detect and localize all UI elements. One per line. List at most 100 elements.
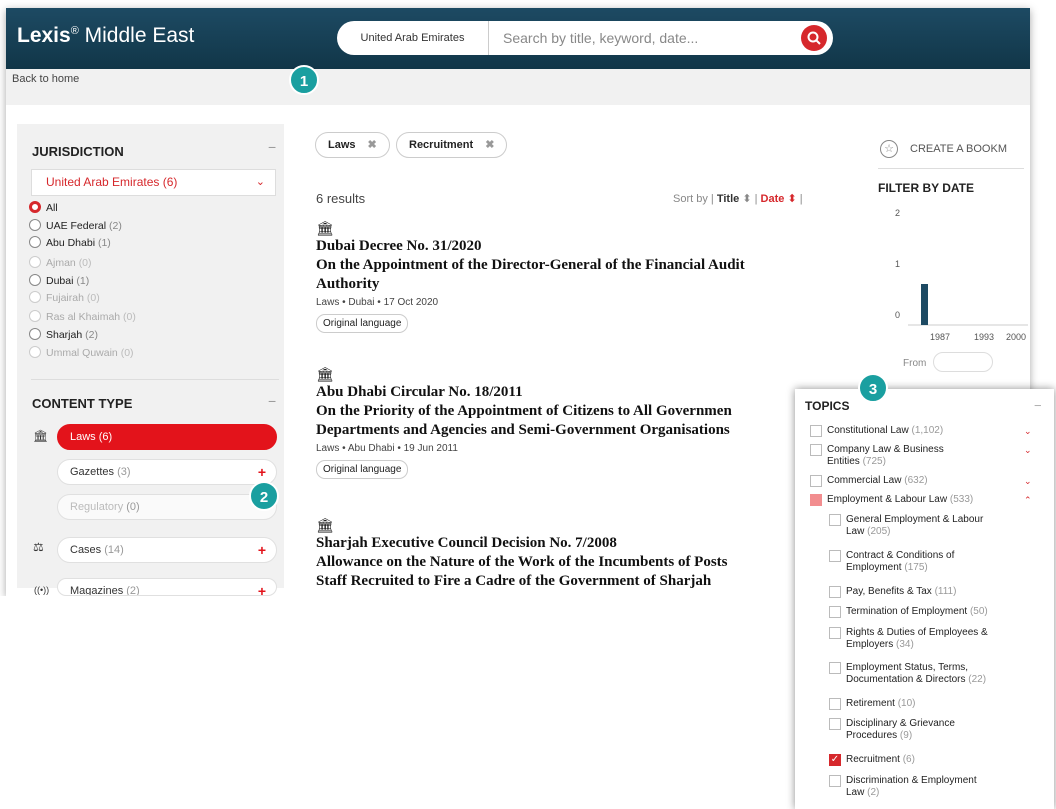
topic-checkbox[interactable] xyxy=(810,425,822,437)
result-item[interactable]: 🏛 Sharjah Executive Council Decision No.… xyxy=(316,517,836,596)
search-button[interactable] xyxy=(801,25,827,51)
result-title[interactable]: Dubai Decree No. 31/2020 On the Appointme… xyxy=(316,237,836,294)
result-meta: Laws • Dubai • 17 Oct 2020 xyxy=(316,297,439,308)
sort-date-button[interactable]: Date xyxy=(761,193,785,205)
topic-label: Recruitment (6) xyxy=(846,754,915,765)
collapse-topics-icon[interactable]: − xyxy=(1034,398,1042,413)
y-tick-label: 1 xyxy=(895,259,900,269)
logo[interactable]: Lexis® Middle East xyxy=(17,24,194,48)
topic-label: Contract & Conditions of Employment (175) xyxy=(846,550,955,573)
content-type-regulatory: Regulatory (0) xyxy=(57,494,277,520)
topic-label: Commercial Law (632) xyxy=(827,475,928,486)
topic-label: Termination of Employment (50) xyxy=(846,606,988,617)
jurisdiction-option-all[interactable]: All xyxy=(29,201,58,215)
callout-marker-2: 2 xyxy=(249,481,279,511)
laws-icon: 🏛 xyxy=(316,366,334,382)
date-histogram: 0 1 2 1987 1993 2000 xyxy=(895,208,1028,342)
jurisdiction-option-ajman: Ajman (0) xyxy=(29,256,92,270)
from-label: From xyxy=(903,358,927,369)
jurisdiction-option-uae-federal[interactable]: UAE Federal (2) xyxy=(29,219,122,233)
result-title[interactable]: Abu Dhabi Circular No. 18/2011 On the Pri… xyxy=(316,383,836,440)
x-tick-label: 1993 xyxy=(974,332,994,342)
breadcrumb-bar xyxy=(6,69,1030,105)
jurisdiction-option-fujairah: Fujairah (0) xyxy=(29,291,100,305)
content-type-cases[interactable]: Cases (14) + xyxy=(57,537,277,563)
jurisdiction-option-sharjah[interactable]: Sharjah (2) xyxy=(29,328,98,342)
jurisdiction-select[interactable]: United Arab Emirates (6) ⌄ xyxy=(31,169,276,196)
result-item[interactable]: 🏛 Dubai Decree No. 31/2020 On the Appoint… xyxy=(316,220,836,333)
topic-label: Retirement (10) xyxy=(846,698,916,709)
collapse-content-type-icon[interactable]: − xyxy=(268,393,276,409)
x-tick-label: 1987 xyxy=(930,332,950,342)
topic-checkbox[interactable]: ✓ xyxy=(829,754,841,766)
content-type-laws[interactable]: Laws (6) xyxy=(57,424,277,450)
result-item[interactable]: 🏛 Abu Dhabi Circular No. 18/2011 On the P… xyxy=(316,366,836,479)
filter-chip-recruitment[interactable]: Recruitment ✖ xyxy=(396,132,508,158)
laws-icon: 🏛 xyxy=(316,517,334,533)
back-to-home-link[interactable]: Back to home xyxy=(12,73,79,85)
filter-by-date-heading: FILTER BY DATE xyxy=(878,181,974,195)
topic-label: Discrimination & Employment Law (2) xyxy=(846,775,977,798)
laws-icon: 🏛 xyxy=(316,220,334,236)
topic-checkbox[interactable] xyxy=(829,514,841,526)
topic-label: Employment Status, Terms, Documentation &… xyxy=(846,662,987,685)
laws-icon: 🏛 xyxy=(33,429,49,443)
scales-icon: ⚖ xyxy=(33,540,44,554)
content-type-gazettes[interactable]: Gazettes (3) + xyxy=(57,459,277,485)
collapse-jurisdiction-icon[interactable]: − xyxy=(268,139,276,155)
chevron-down-icon[interactable]: ⌄ xyxy=(1024,425,1032,437)
sort-arrows-icon: ⬍ xyxy=(742,193,752,205)
topic-checkbox[interactable] xyxy=(810,494,822,506)
x-tick-label: 2000 xyxy=(1006,332,1026,342)
divider xyxy=(878,168,1024,169)
chevron-down-icon[interactable]: ⌄ xyxy=(1024,475,1032,487)
from-date-input[interactable] xyxy=(933,352,993,372)
topic-checkbox[interactable] xyxy=(810,444,822,456)
content-type-heading: CONTENT TYPE xyxy=(32,396,133,411)
language-badge: Original language xyxy=(316,460,409,479)
topic-checkbox[interactable] xyxy=(829,606,841,618)
remove-icon[interactable]: ✖ xyxy=(485,139,494,151)
sort-title-button[interactable]: Title xyxy=(717,193,739,205)
date-bar xyxy=(921,284,928,325)
content-type-magazines[interactable]: Magazines (2) + xyxy=(57,578,277,596)
chevron-down-icon: ⌄ xyxy=(255,176,265,188)
language-badge: Original language xyxy=(316,314,409,333)
jurisdiction-option-ummal-quwain: Ummal Quwain (0) xyxy=(29,346,134,360)
results-count: 6 results xyxy=(316,191,366,206)
topic-label: Disciplinary & Grievance Procedures (9) xyxy=(846,718,955,741)
callout-marker-1: 1 xyxy=(289,65,319,95)
jurisdiction-option-ras-al-khaimah: Ras al Khaimah (0) xyxy=(29,310,136,324)
search-bar: United Arab Emirates Search by title, ke… xyxy=(337,21,833,55)
jurisdiction-option-abu-dhabi[interactable]: Abu Dhabi (1) xyxy=(29,236,111,250)
jurisdiction-option-dubai[interactable]: Dubai (1) xyxy=(29,274,89,288)
search-input[interactable]: Search by title, keyword, date... xyxy=(503,21,698,55)
topic-checkbox[interactable] xyxy=(829,718,841,730)
topics-heading: TOPICS xyxy=(805,399,850,413)
result-title[interactable]: Sharjah Executive Council Decision No. 7… xyxy=(316,534,836,591)
y-tick-label: 0 xyxy=(895,310,900,320)
topic-checkbox[interactable] xyxy=(829,698,841,710)
topic-checkbox[interactable] xyxy=(829,662,841,674)
expand-icon[interactable]: + xyxy=(258,538,266,562)
sort-controls: Sort by | Title ⬍ | Date ⬍ | xyxy=(673,193,803,205)
topic-checkbox[interactable] xyxy=(810,475,822,487)
result-meta: Laws • Abu Dhabi • 19 Jun 2011 xyxy=(316,443,458,454)
topic-checkbox[interactable] xyxy=(829,586,841,598)
broadcast-icon: ((•)) xyxy=(34,585,50,595)
chevron-up-icon[interactable]: ⌃ xyxy=(1024,494,1032,506)
topic-label: Rights & Duties of Employees & Employers … xyxy=(846,627,988,650)
page-background xyxy=(0,596,800,796)
topic-checkbox[interactable] xyxy=(829,775,841,787)
remove-icon[interactable]: ✖ xyxy=(368,139,377,151)
create-bookmark-button[interactable]: ☆ CREATE A BOOKM xyxy=(880,140,1007,158)
filter-chip-laws[interactable]: Laws ✖ xyxy=(315,132,390,158)
topic-checkbox[interactable] xyxy=(829,627,841,639)
y-tick-label: 2 xyxy=(895,208,900,218)
jurisdiction-scope-select[interactable]: United Arab Emirates xyxy=(337,21,489,55)
expand-icon[interactable]: + xyxy=(258,579,266,595)
search-icon xyxy=(807,31,821,45)
topic-label: Constitutional Law (1,102) xyxy=(827,425,944,436)
topic-checkbox[interactable] xyxy=(829,550,841,562)
chevron-down-icon[interactable]: ⌄ xyxy=(1024,444,1032,456)
